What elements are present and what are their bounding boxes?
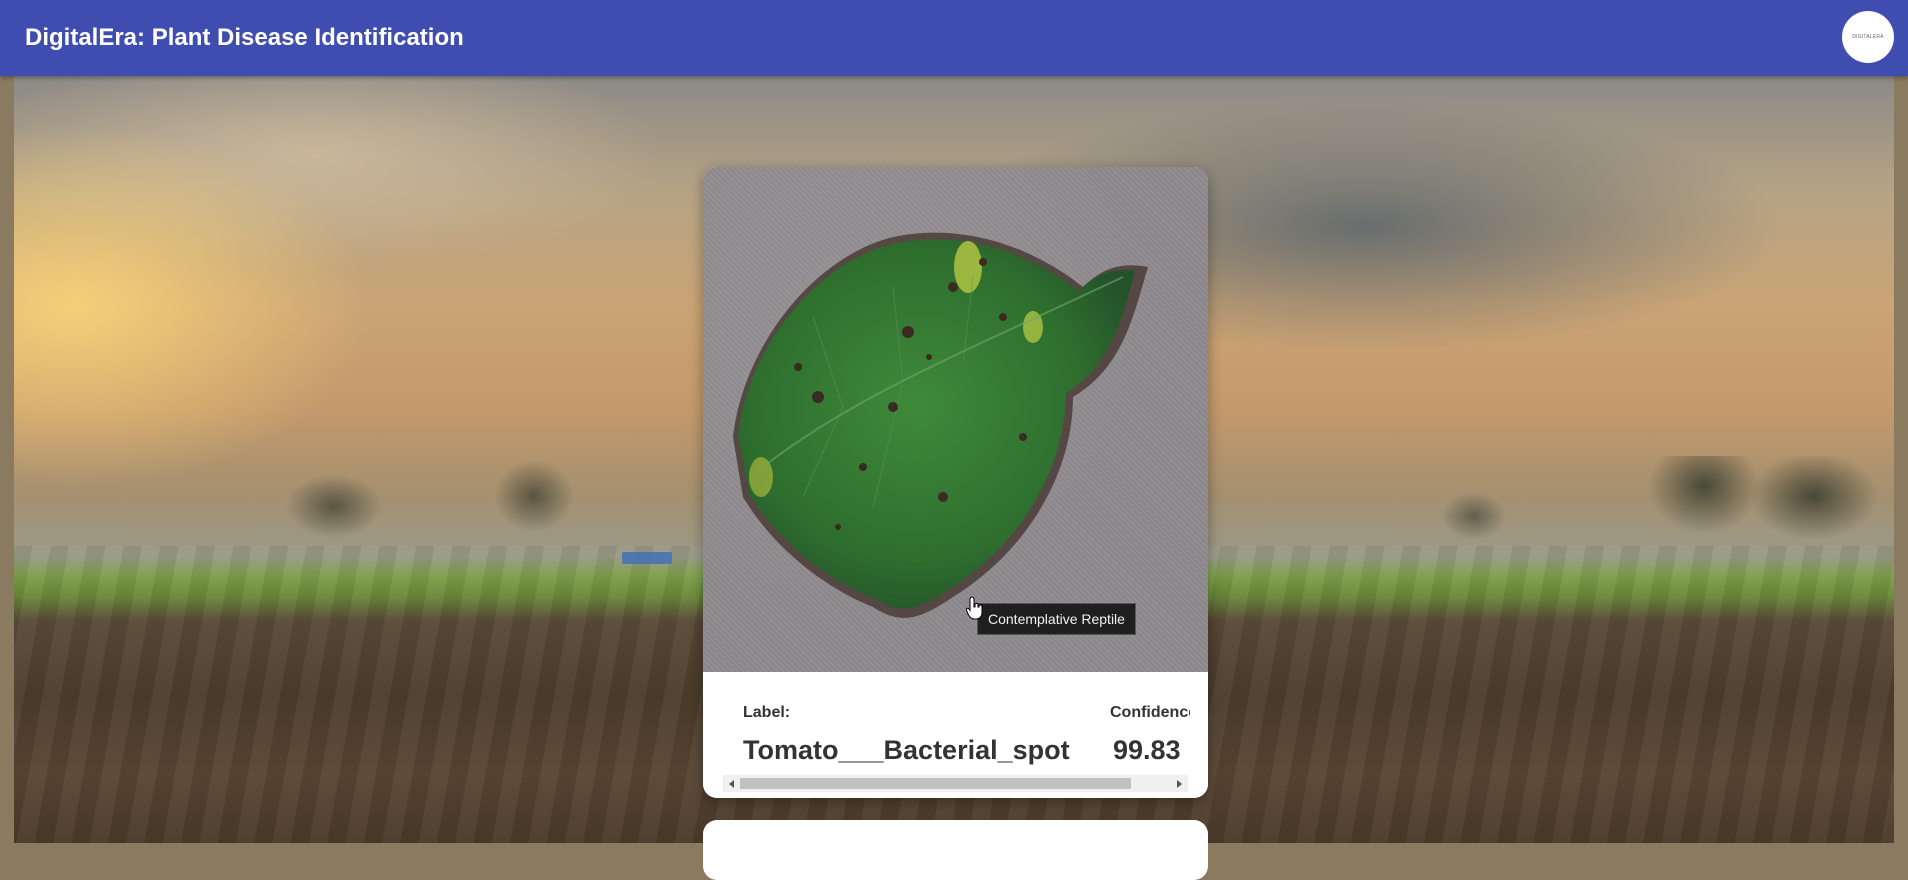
app-title: DigitalEra: Plant Disease Identification (25, 24, 464, 51)
arrow-left-icon[interactable] (723, 775, 740, 792)
scrollbar-thumb[interactable] (740, 778, 1131, 789)
app-bar: DigitalEra: Plant Disease Identification… (0, 0, 1908, 76)
leaf-image[interactable] (703, 167, 1208, 672)
label-heading: Label: (743, 704, 791, 721)
avatar[interactable]: DIGITALERA (1842, 11, 1894, 63)
hand-pointer-icon (966, 596, 983, 620)
result-card: Label: Confidence Tomato___Bacterial_spo… (703, 167, 1208, 798)
arrow-right-icon[interactable] (1171, 775, 1188, 792)
background-tank (622, 552, 672, 564)
result-info: Label: Confidence Tomato___Bacterial_spo… (703, 672, 1208, 798)
horizontal-scrollbar[interactable] (723, 775, 1188, 792)
next-result-card (703, 820, 1208, 880)
confidence-heading: Confidence (1110, 704, 1190, 721)
leaf-illustration (733, 232, 1148, 618)
confidence-value: 99.83 (1113, 735, 1181, 765)
label-value: Tomato___Bacterial_spot (743, 735, 1070, 765)
image-tooltip: Contemplative Reptile (977, 603, 1136, 635)
avatar-logo-text: DIGITALERA (1852, 34, 1884, 40)
